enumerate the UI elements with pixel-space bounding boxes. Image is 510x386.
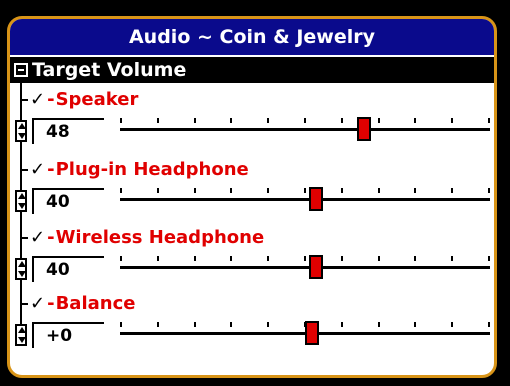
slider-tick [267,322,269,327]
settings-window: Audio ~ Coin & Jewelry Target Volume ✓ - S… [7,16,497,378]
up-down-arrows-icon[interactable] [15,258,27,280]
slider-tick [267,118,269,123]
slider-tick [341,256,343,261]
slider-track-balance[interactable] [120,321,490,345]
slider-tick [194,188,196,193]
up-down-arrows-icon[interactable] [15,120,27,142]
slider-tick [304,118,306,123]
value-field-balance[interactable]: +0 [32,322,106,350]
slider-tick [267,256,269,261]
item-label-wireless-headphone: ✓ - Wireless Headphone [30,226,265,248]
slider-tick [378,322,380,327]
tree-branch [20,99,28,101]
slider-tick [304,256,306,261]
slider-tick [414,322,416,327]
check-icon: ✓ [30,88,46,110]
section-target-volume[interactable]: Target Volume [10,57,494,83]
check-icon: ✓ [30,226,46,248]
slider-tick [451,322,453,327]
slider-tick [157,118,159,123]
slider-tick [267,188,269,193]
slider-tick [378,188,380,193]
slider-tick [488,322,490,327]
slider-knob[interactable] [309,187,323,211]
check-icon: ✓ [30,158,46,180]
slider-tick [194,256,196,261]
slider-tick [414,256,416,261]
slider-tick [414,188,416,193]
slider-tick [488,188,490,193]
item-label-speaker: ✓ - Speaker [30,88,139,110]
slider-row-wireless-headphone[interactable]: 40 [10,253,494,284]
slider-tick [157,256,159,261]
value-field-wireless-headphone[interactable]: 40 [32,256,106,284]
up-down-arrows-icon[interactable] [15,324,27,346]
slider-tick [451,118,453,123]
check-icon: ✓ [30,292,46,314]
slider-knob[interactable] [309,255,323,279]
slider-tick [120,322,122,327]
slider-tick [451,256,453,261]
slider-tick [451,188,453,193]
slider-tick [120,118,122,123]
slider-track-plug-in-headphone[interactable] [120,187,490,211]
slider-tick [341,322,343,327]
slider-track-speaker[interactable] [120,117,490,141]
tree-branch [20,169,28,171]
slider-tick [230,322,232,327]
value-field-speaker[interactable]: 48 [32,118,106,146]
slider-tick [341,118,343,123]
slider-tick [157,322,159,327]
window-title: Audio ~ Coin & Jewelry [10,19,494,57]
tree-branch [20,303,28,305]
collapse-minus-icon[interactable] [14,63,28,77]
slider-tick [378,256,380,261]
slider-knob[interactable] [357,117,371,141]
slider-row-plug-in-headphone[interactable]: 40 [10,185,494,216]
slider-tick [120,256,122,261]
slider-tick [341,188,343,193]
section-label: Target Volume [32,59,187,81]
slider-track-wireless-headphone[interactable] [120,255,490,279]
slider-row-speaker[interactable]: 48 [10,115,494,146]
slider-tick [230,118,232,123]
slider-knob[interactable] [305,321,319,345]
item-label-balance: ✓ - Balance [30,292,136,314]
value-field-plug-in-headphone[interactable]: 40 [32,188,106,216]
slider-tick [230,188,232,193]
slider-tick [230,256,232,261]
slider-tick [304,188,306,193]
tree-branch [20,237,28,239]
slider-tick [488,256,490,261]
slider-tick [414,118,416,123]
slider-tick [488,118,490,123]
slider-tick [378,118,380,123]
slider-row-balance[interactable]: +0 [10,319,494,350]
item-label-plug-in-headphone: ✓ - Plug-in Headphone [30,158,249,180]
slider-tick [194,322,196,327]
slider-tick [194,118,196,123]
up-down-arrows-icon[interactable] [15,190,27,212]
slider-tick [120,188,122,193]
slider-tick [157,188,159,193]
